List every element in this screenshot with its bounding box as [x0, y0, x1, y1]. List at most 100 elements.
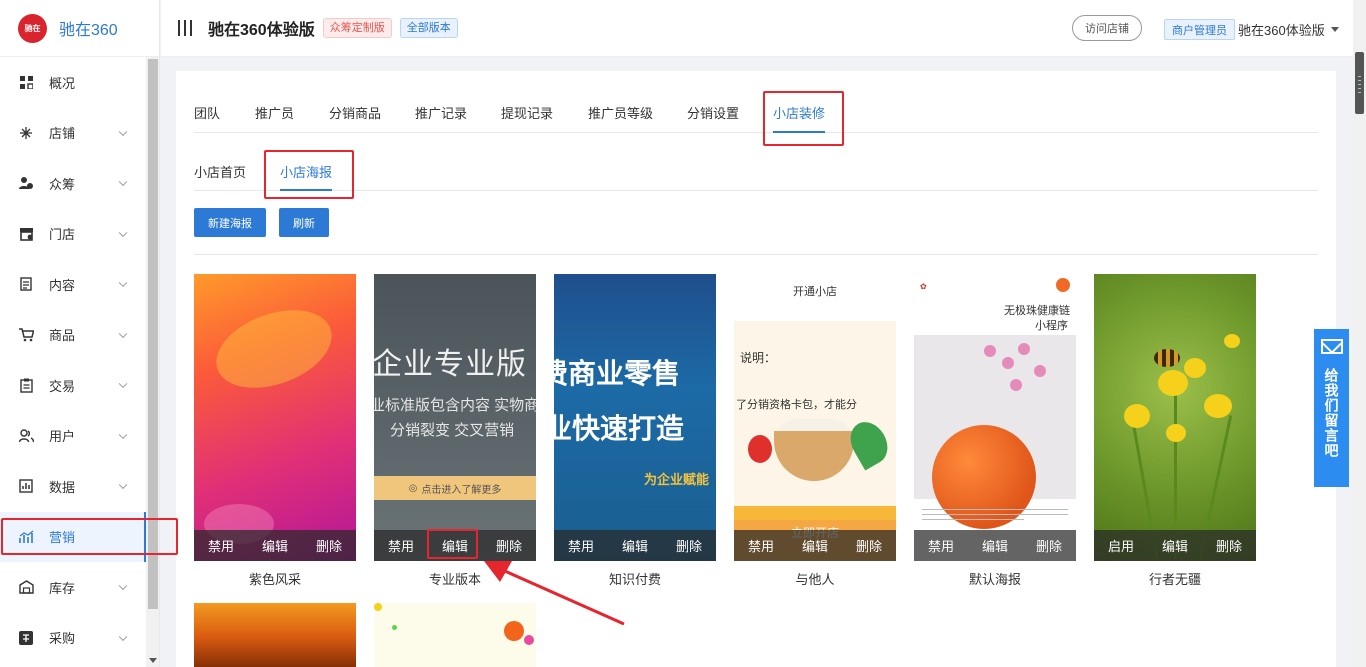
edit-button[interactable]: 编辑 [1162, 536, 1188, 555]
poster-card: 开通小店 说明： 了分销资格卡包，才能分 立即开店 禁用 编辑 删除 与他人 [734, 274, 896, 588]
users-icon [18, 428, 34, 444]
caret-down-icon[interactable] [1331, 27, 1339, 32]
sidebar-item-label: 交易 [49, 378, 76, 394]
poster-image-text: 企业专业版 [374, 348, 527, 381]
enable-button[interactable]: 启用 [1108, 536, 1134, 555]
primary-tabs-divider [194, 132, 1318, 133]
poster-actions: 禁用 编辑 删除 [194, 530, 356, 561]
delete-button[interactable]: 删除 [856, 536, 882, 555]
sidebar-item-label: 库存 [49, 580, 76, 596]
sidebar-item-store[interactable]: 店铺 [0, 108, 146, 159]
tab-promoters[interactable]: 推广员 [255, 103, 329, 133]
poster-thumbnail[interactable]: 开通小店 说明： 了分销资格卡包，才能分 立即开店 禁用 编辑 删除 [734, 274, 896, 561]
chevron-down-icon [118, 278, 128, 288]
poster-thumbnail[interactable]: 启用 编辑 删除 [1094, 274, 1256, 561]
page-scrollbar-thumb[interactable] [1355, 52, 1364, 114]
delete-button[interactable]: 删除 [496, 536, 522, 555]
poster-image-text: 开通小店 [793, 286, 837, 298]
scroll-down-arrow-icon[interactable] [149, 658, 157, 663]
poster-thumbnail[interactable]: 费商业零售 业快速打造 为企业赋能 禁用 编辑 删除 [554, 274, 716, 561]
chevron-down-icon [118, 329, 128, 338]
poster-card: ✿ 无极珠健康链 小程序 禁用 编辑 删除 默认海报 [914, 274, 1076, 588]
brand-mark-icon: ✿ [920, 282, 927, 291]
sidebar-scrollbar[interactable] [146, 57, 159, 667]
delete-button[interactable]: 删除 [1216, 536, 1242, 555]
store-switcher[interactable]: 驰在360体验版 [1238, 20, 1325, 39]
sidebar-item-label: 门店 [49, 227, 76, 243]
tab-distribution-settings[interactable]: 分销设置 [687, 103, 773, 133]
delete-button[interactable]: 删除 [676, 536, 702, 555]
poster-image-text: 分销裂变 交叉营销 [390, 422, 515, 439]
tab-promotion-records[interactable]: 推广记录 [415, 103, 501, 133]
poster-fine-print [922, 506, 1068, 520]
sidebar-item-overview[interactable]: 概况 [0, 57, 146, 108]
sidebar-item-products[interactable]: 商品 [0, 310, 146, 361]
role-badge: 商户管理员 [1164, 19, 1235, 40]
feedback-label: 给我们留言吧 [1323, 368, 1340, 458]
poster-image-text: 为企业赋能 [644, 472, 710, 487]
sidebar-item-users[interactable]: 用户 [0, 411, 146, 462]
poster-card: 启用 编辑 删除 行者无疆 [1094, 274, 1256, 588]
cart-icon [18, 327, 34, 343]
version-badge-all[interactable]: 全部版本 [399, 18, 458, 38]
disable-button[interactable]: 禁用 [388, 536, 414, 555]
brand-name: 驰在360 [59, 22, 118, 39]
poster-name: 紫色风采 [248, 572, 301, 587]
poster-actions: 启用 编辑 删除 [1094, 530, 1256, 561]
brand-logo-row[interactable]: 驰在 驰在360 [0, 0, 159, 57]
poster-card: 费商业零售 业快速打造 为企业赋能 禁用 编辑 删除 知识付费 [554, 274, 716, 588]
edit-button[interactable]: 编辑 [622, 536, 648, 555]
disable-button[interactable]: 禁用 [568, 536, 594, 555]
sidebar-item-crowdfunding[interactable]: 众筹 [0, 158, 146, 209]
sidebar-item-shops[interactable]: 门店 [0, 209, 146, 260]
poster-thumbnail[interactable]: ✿ 无极珠健康链 小程序 禁用 编辑 删除 [914, 274, 1076, 561]
poster-thumbnail[interactable]: 禁用 编辑 删除 [194, 274, 356, 561]
poster-card [194, 603, 356, 667]
tab-team[interactable]: 团队 [194, 103, 255, 133]
secondary-tabs-divider [194, 190, 1318, 191]
tab-withdrawal-records[interactable]: 提现记录 [501, 103, 588, 133]
edit-button[interactable]: 编辑 [262, 536, 288, 555]
tab-promoter-levels[interactable]: 推广员等级 [588, 103, 687, 133]
top-header: 驰在360体验版 众筹定制版 全部版本 访问店铺 商户管理员 驰在360体验版 [161, 0, 1353, 57]
disable-button[interactable]: 禁用 [928, 536, 954, 555]
delete-button[interactable]: 删除 [1036, 536, 1062, 555]
feedback-widget[interactable]: 给我们留言吧 [1314, 329, 1349, 487]
tab-distribution-products[interactable]: 分销商品 [329, 103, 415, 133]
sidebar-item-label: 采购 [49, 631, 76, 647]
poster-name: 行者无疆 [1148, 572, 1201, 587]
sidebar-item-data[interactable]: 数据 [0, 461, 146, 512]
refresh-button[interactable]: 刷新 [279, 208, 329, 237]
chevron-down-icon [118, 228, 128, 237]
edit-button[interactable]: 编辑 [982, 536, 1008, 555]
warehouse-icon [18, 579, 34, 595]
visit-store-button[interactable]: 访问店铺 [1072, 15, 1142, 41]
poster-thumbnail[interactable] [194, 603, 356, 667]
poster-name: 与他人 [795, 572, 835, 587]
clipboard-icon [18, 377, 34, 393]
page-scrollbar[interactable] [1353, 0, 1366, 667]
disable-button[interactable]: 禁用 [748, 536, 774, 555]
sidebar-item-content[interactable]: 内容 [0, 259, 146, 310]
poster-card [374, 603, 536, 667]
sidebar-item-label: 商品 [49, 328, 76, 344]
edit-button[interactable]: 编辑 [802, 536, 828, 555]
poster-name: 知识付费 [608, 572, 661, 587]
orb-icon [1056, 278, 1070, 292]
grid-icon [18, 74, 34, 90]
sidebar-item-transactions[interactable]: 交易 [0, 360, 146, 411]
sidebar-item-purchasing[interactable]: 采购 [0, 613, 146, 664]
poster-thumbnail[interactable] [374, 603, 536, 667]
delete-button[interactable]: 删除 [316, 536, 342, 555]
poster-thumbnail[interactable]: 企业专业版 业标准版包含内容 实物商 分销裂变 交叉营销 ◎ 点击进入了解更多 … [374, 274, 536, 561]
new-poster-button[interactable]: 新建海报 [194, 208, 266, 237]
sidebar-item-inventory[interactable]: 库存 [0, 562, 146, 613]
menu-toggle-icon[interactable] [178, 20, 192, 36]
poster-image-text: 点击进入了解更多 [421, 484, 502, 496]
disable-button[interactable]: 禁用 [208, 536, 234, 555]
sidebar-item-label: 众筹 [49, 176, 76, 192]
sidebar-item-label: 店铺 [49, 126, 76, 142]
main-content-card: 团队 推广员 分销商品 推广记录 提现记录 推广员等级 分销设置 小店装修 小店… [176, 71, 1336, 667]
poster-name: 默认海报 [968, 572, 1021, 587]
poster-card: 禁用 编辑 删除 紫色风采 [194, 274, 356, 588]
